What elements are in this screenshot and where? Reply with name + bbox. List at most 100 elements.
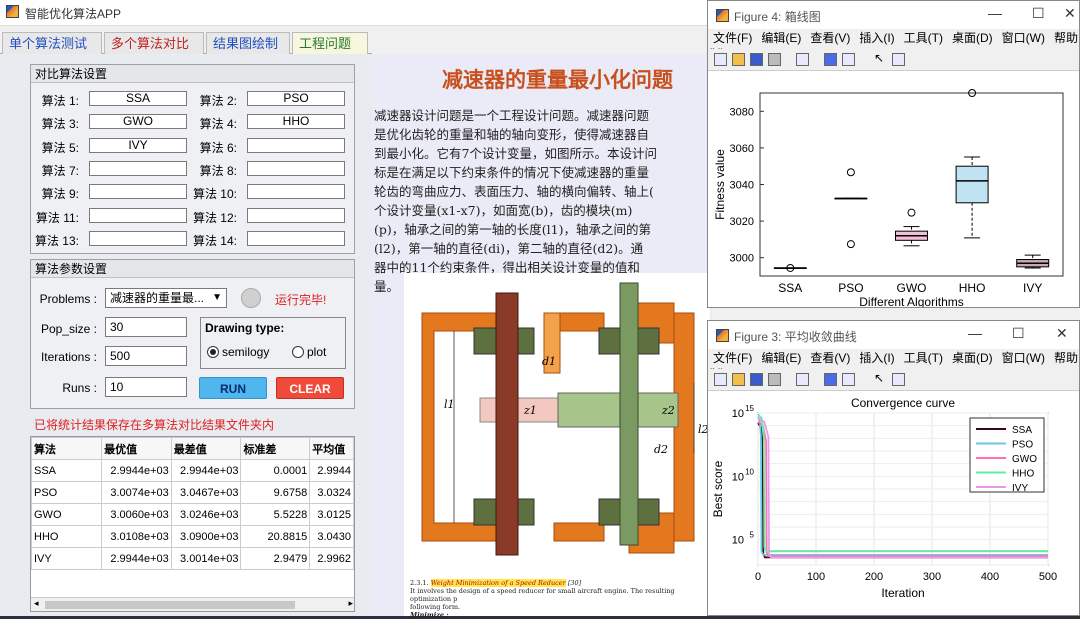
status-text: 运行完毕! (275, 293, 327, 307)
tab-engineering[interactable]: 工程问题 (292, 32, 368, 54)
property-editor-icon[interactable] (892, 53, 905, 66)
new-figure-icon[interactable] (714, 373, 727, 386)
colorbar-icon[interactable] (824, 53, 837, 66)
menu-item[interactable]: 桌面(D) (952, 351, 993, 365)
x-tick-label: HHO (959, 281, 986, 295)
close-icon[interactable]: ✕ (1056, 325, 1068, 342)
link-icon[interactable] (796, 53, 809, 66)
algo-input[interactable] (89, 160, 187, 176)
tab-label: 工程问题 (299, 36, 352, 51)
params-title: 算法参数设置 (31, 260, 354, 278)
algo-label: 算法 11: (35, 210, 79, 225)
table-cell: 2.9944 (309, 459, 354, 482)
menu-item[interactable]: 工具(T) (904, 31, 943, 45)
runs-input[interactable]: 10 (105, 377, 187, 397)
menu-item[interactable]: 文件(F) (713, 31, 752, 45)
clear-button[interactable]: CLEAR (276, 377, 344, 399)
algo-input[interactable] (247, 184, 345, 200)
algo-input[interactable]: HHO (247, 114, 345, 130)
table-row[interactable]: IVY 2.9944e+03 3.0014e+03 2.9479 2.9962 (31, 547, 354, 570)
menu-item[interactable]: 工具(T) (904, 351, 943, 365)
algo-input[interactable] (89, 207, 187, 223)
minimize-icon[interactable]: — (988, 5, 1002, 21)
maximize-icon[interactable]: ☐ (1032, 5, 1045, 22)
table-row[interactable]: GWO 3.0060e+03 3.0246e+03 5.5228 3.0125 (31, 503, 354, 526)
y-tick-exponent: 5 (750, 531, 755, 540)
table-cell: 2.9962 (309, 547, 354, 570)
col-header: 最优值 (101, 437, 172, 460)
pop-size-input[interactable]: 30 (105, 317, 187, 337)
open-icon[interactable] (732, 373, 745, 386)
close-icon[interactable]: ✕ (1064, 5, 1076, 22)
minimize-icon[interactable]: — (968, 325, 982, 341)
property-editor-icon[interactable] (892, 373, 905, 386)
table-row[interactable]: PSO 3.0074e+03 3.0467e+03 9.6758 3.0324 (31, 481, 354, 504)
algo-input[interactable]: SSA (89, 91, 187, 106)
figure3-window: Figure 3: 平均收敛曲线 — ☐ ✕ 文件(F) 编辑(E) 查看(V) 插入… (707, 320, 1080, 616)
legend-label: SSA (1012, 425, 1032, 436)
problem-text: 减速器设计问题是一个工程设计问题。减速器问题 是优化齿轮的重量和轴的轴向变形，使… (374, 108, 657, 294)
run-button[interactable]: RUN (199, 377, 267, 399)
scroll-thumb[interactable] (45, 601, 295, 609)
x-tick-label: 300 (923, 571, 941, 583)
maximize-icon[interactable]: ☐ (1012, 325, 1025, 342)
print-icon[interactable] (768, 373, 781, 386)
matlab-logo-icon (716, 329, 729, 342)
scroll-right-icon[interactable]: ▸ (348, 598, 353, 609)
link-icon[interactable] (796, 373, 809, 386)
menu-item[interactable]: 插入(I) (859, 31, 894, 45)
menu-item[interactable]: 桌面(D) (952, 31, 993, 45)
scroll-left-icon[interactable]: ◂ (34, 598, 39, 609)
colorbar-icon[interactable] (824, 373, 837, 386)
problems-select[interactable]: 减速器的重量最... ▼ (105, 288, 227, 308)
caption-ref: [30] (567, 579, 582, 587)
menu-item[interactable]: 插入(I) (859, 351, 894, 365)
menu-item[interactable]: 窗口(W) (1002, 351, 1045, 365)
problems-value: 减速器的重量最... (110, 291, 205, 305)
table-row[interactable]: HHO 3.0108e+03 3.0900e+03 20.8815 3.0430 (31, 525, 354, 548)
algo-input[interactable] (247, 160, 345, 176)
save-icon[interactable] (750, 373, 763, 386)
box (955, 165, 989, 204)
algo-input[interactable]: PSO (247, 91, 345, 106)
algo-label: 算法 1: (41, 94, 79, 108)
algo-input[interactable] (247, 230, 345, 246)
table-cell: 3.0324 (309, 481, 354, 504)
open-icon[interactable] (732, 53, 745, 66)
table-row[interactable]: SSA 2.9944e+03 2.9944e+03 0.0001 2.9944 (31, 459, 354, 482)
menu-item[interactable]: 窗口(W) (1002, 31, 1045, 45)
chart-title: Convergence curve (851, 396, 955, 410)
menu-item[interactable]: 编辑(E) (761, 31, 801, 45)
menu-item[interactable]: 查看(V) (810, 351, 850, 365)
algo-input[interactable] (247, 137, 345, 153)
legend-icon[interactable] (842, 373, 855, 386)
figure3-canvas: Convergence curve 0 100 200 300 400 500 10 5 10 10… (708, 391, 1079, 615)
algo-input[interactable] (247, 207, 345, 223)
plot-radio[interactable] (292, 346, 304, 358)
pointer-icon[interactable]: ↖ (874, 371, 887, 385)
table-cell: 9.6758 (240, 481, 311, 504)
menu-item[interactable]: 查看(V) (810, 31, 850, 45)
horizontal-scrollbar[interactable]: ◂ ▸ (31, 597, 354, 611)
algo-input[interactable] (89, 230, 187, 246)
table-cell: 2.9944e+03 (170, 459, 242, 482)
semilogy-radio[interactable] (207, 346, 219, 358)
menu-item[interactable]: 文件(F) (713, 351, 752, 365)
figure3-menu-bar: 文件(F)编辑(E)查看(V)插入(I)工具(T)桌面(D)窗口(W)帮助(H) (708, 349, 1079, 380)
pointer-icon[interactable]: ↖ (874, 51, 887, 65)
menu-item[interactable]: 编辑(E) (761, 351, 801, 365)
save-icon[interactable] (750, 53, 763, 66)
print-icon[interactable] (768, 53, 781, 66)
legend-icon[interactable] (842, 53, 855, 66)
figure4-title-bar: Figure 4: 箱线图 — ☐ ✕ (708, 1, 1079, 29)
y-axis-label: Fitness value (713, 149, 727, 220)
algo-input[interactable]: GWO (89, 114, 187, 130)
algo-input[interactable]: IVY (89, 137, 187, 153)
algo-input[interactable] (89, 184, 187, 200)
tab-single-algo[interactable]: 单个算法测试 (2, 32, 102, 54)
new-figure-icon[interactable] (714, 53, 727, 66)
table-cell: GWO (31, 503, 103, 526)
tab-plot-results[interactable]: 结果图绘制 (206, 32, 290, 54)
tab-multi-compare[interactable]: 多个算法对比 (104, 32, 204, 54)
iterations-input[interactable]: 500 (105, 346, 187, 366)
